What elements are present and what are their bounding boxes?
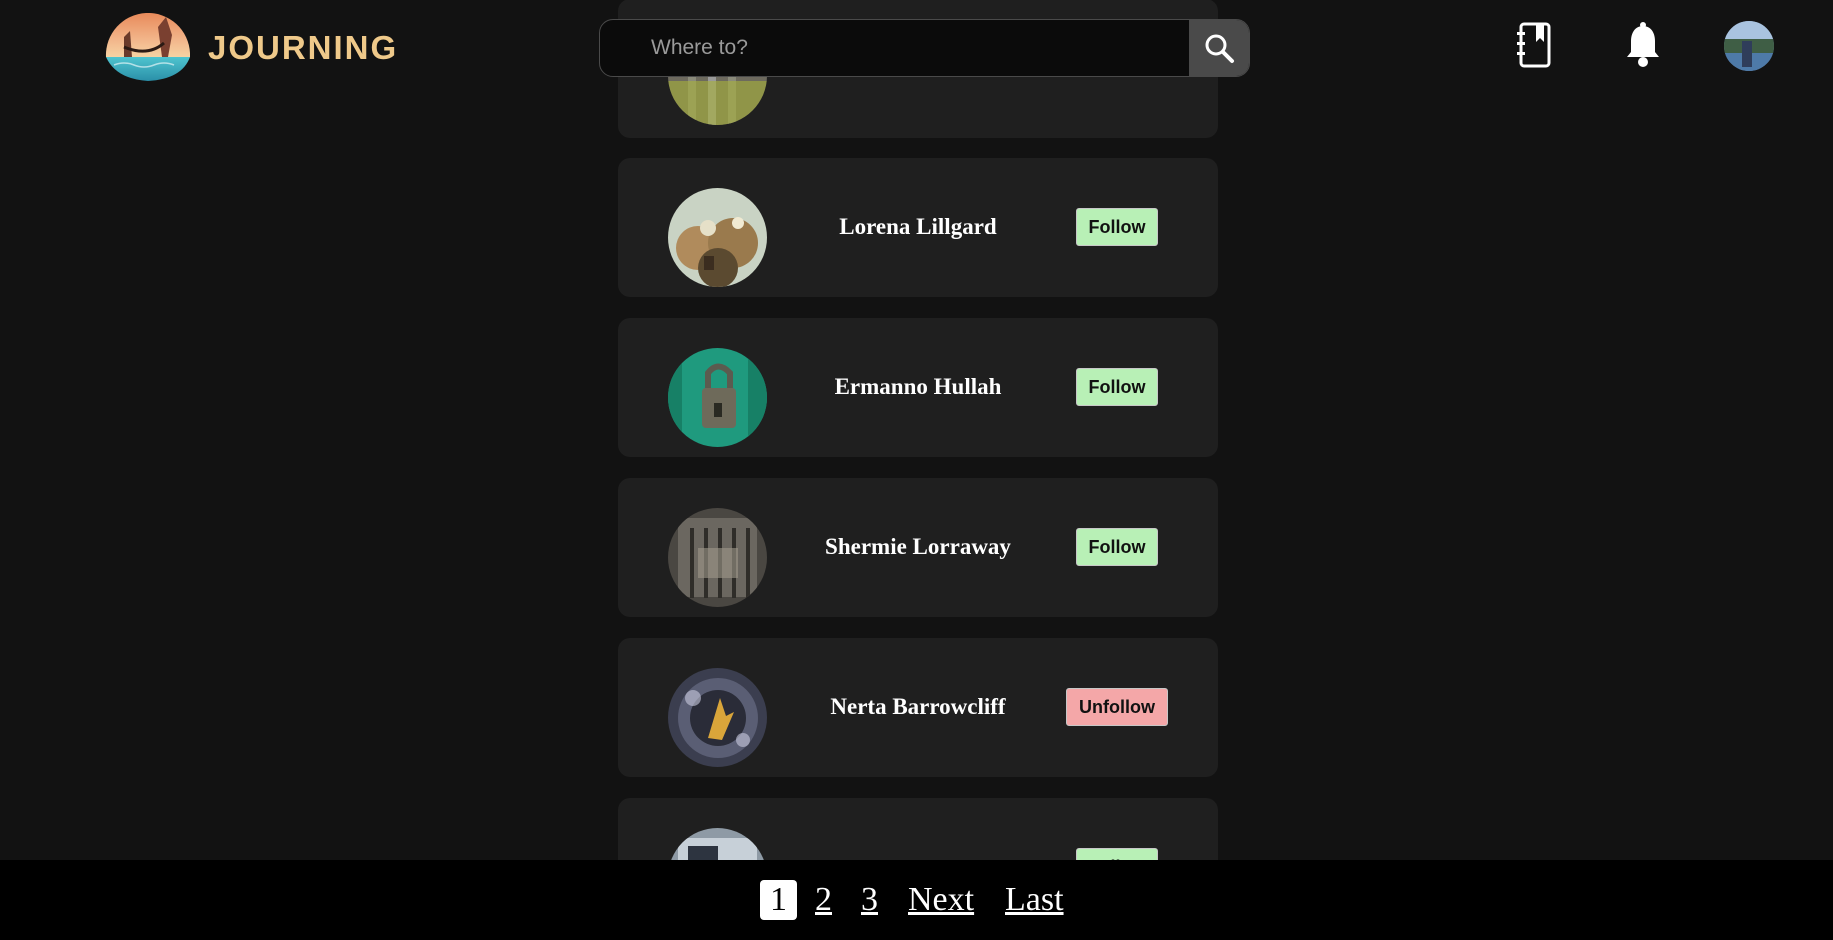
follow-button[interactable]: Follow (1076, 368, 1158, 406)
unfollow-button[interactable]: Unfollow (1066, 688, 1168, 726)
page-3-link[interactable]: 3 (861, 880, 878, 920)
profile-image (668, 668, 767, 767)
profile-image (668, 188, 767, 287)
logo-mark-icon (105, 13, 190, 81)
search-icon (1205, 34, 1234, 63)
profile-image (668, 348, 767, 447)
next-page-link[interactable]: Next (908, 880, 974, 920)
user-name: Lorena Lillgard (839, 214, 997, 239)
follow-button[interactable]: Follow (1076, 528, 1158, 566)
user-avatar[interactable] (1724, 21, 1774, 71)
profile-picture[interactable] (668, 188, 767, 287)
bell-icon[interactable] (1624, 22, 1662, 68)
journal-icon[interactable] (1516, 22, 1554, 68)
profile-picture[interactable] (668, 668, 767, 767)
user-name: Ermanno Hullah (834, 374, 1002, 399)
avatar-image (1724, 21, 1774, 71)
journing-logo[interactable]: JOURNING (102, 12, 402, 84)
user-card: Ermanno Hullah Follow (618, 318, 1218, 457)
search-bar (599, 19, 1250, 77)
top-nav: JOURNING (0, 0, 1833, 96)
user-card: Shermie Lorraway Follow (618, 478, 1218, 617)
search-button[interactable] (1189, 20, 1249, 76)
logo-text: JOURNING (208, 29, 399, 66)
profile-picture[interactable] (668, 348, 767, 447)
page-2-link[interactable]: 2 (815, 880, 832, 920)
user-name: Nerta Barrowcliff (830, 694, 1006, 719)
follow-button[interactable]: Follow (1076, 208, 1158, 246)
page-1-current[interactable]: 1 (760, 880, 797, 920)
profile-image (668, 508, 767, 607)
user-name: Shermie Lorraway (825, 534, 1011, 559)
user-card: Nerta Barrowcliff Unfollow (618, 638, 1218, 777)
search-input[interactable] (600, 20, 1190, 76)
last-page-link[interactable]: Last (1005, 880, 1064, 920)
pagination: 1 2 3 Next Last (0, 860, 1833, 940)
user-card: Lorena Lillgard Follow (618, 158, 1218, 297)
profile-picture[interactable] (668, 508, 767, 607)
